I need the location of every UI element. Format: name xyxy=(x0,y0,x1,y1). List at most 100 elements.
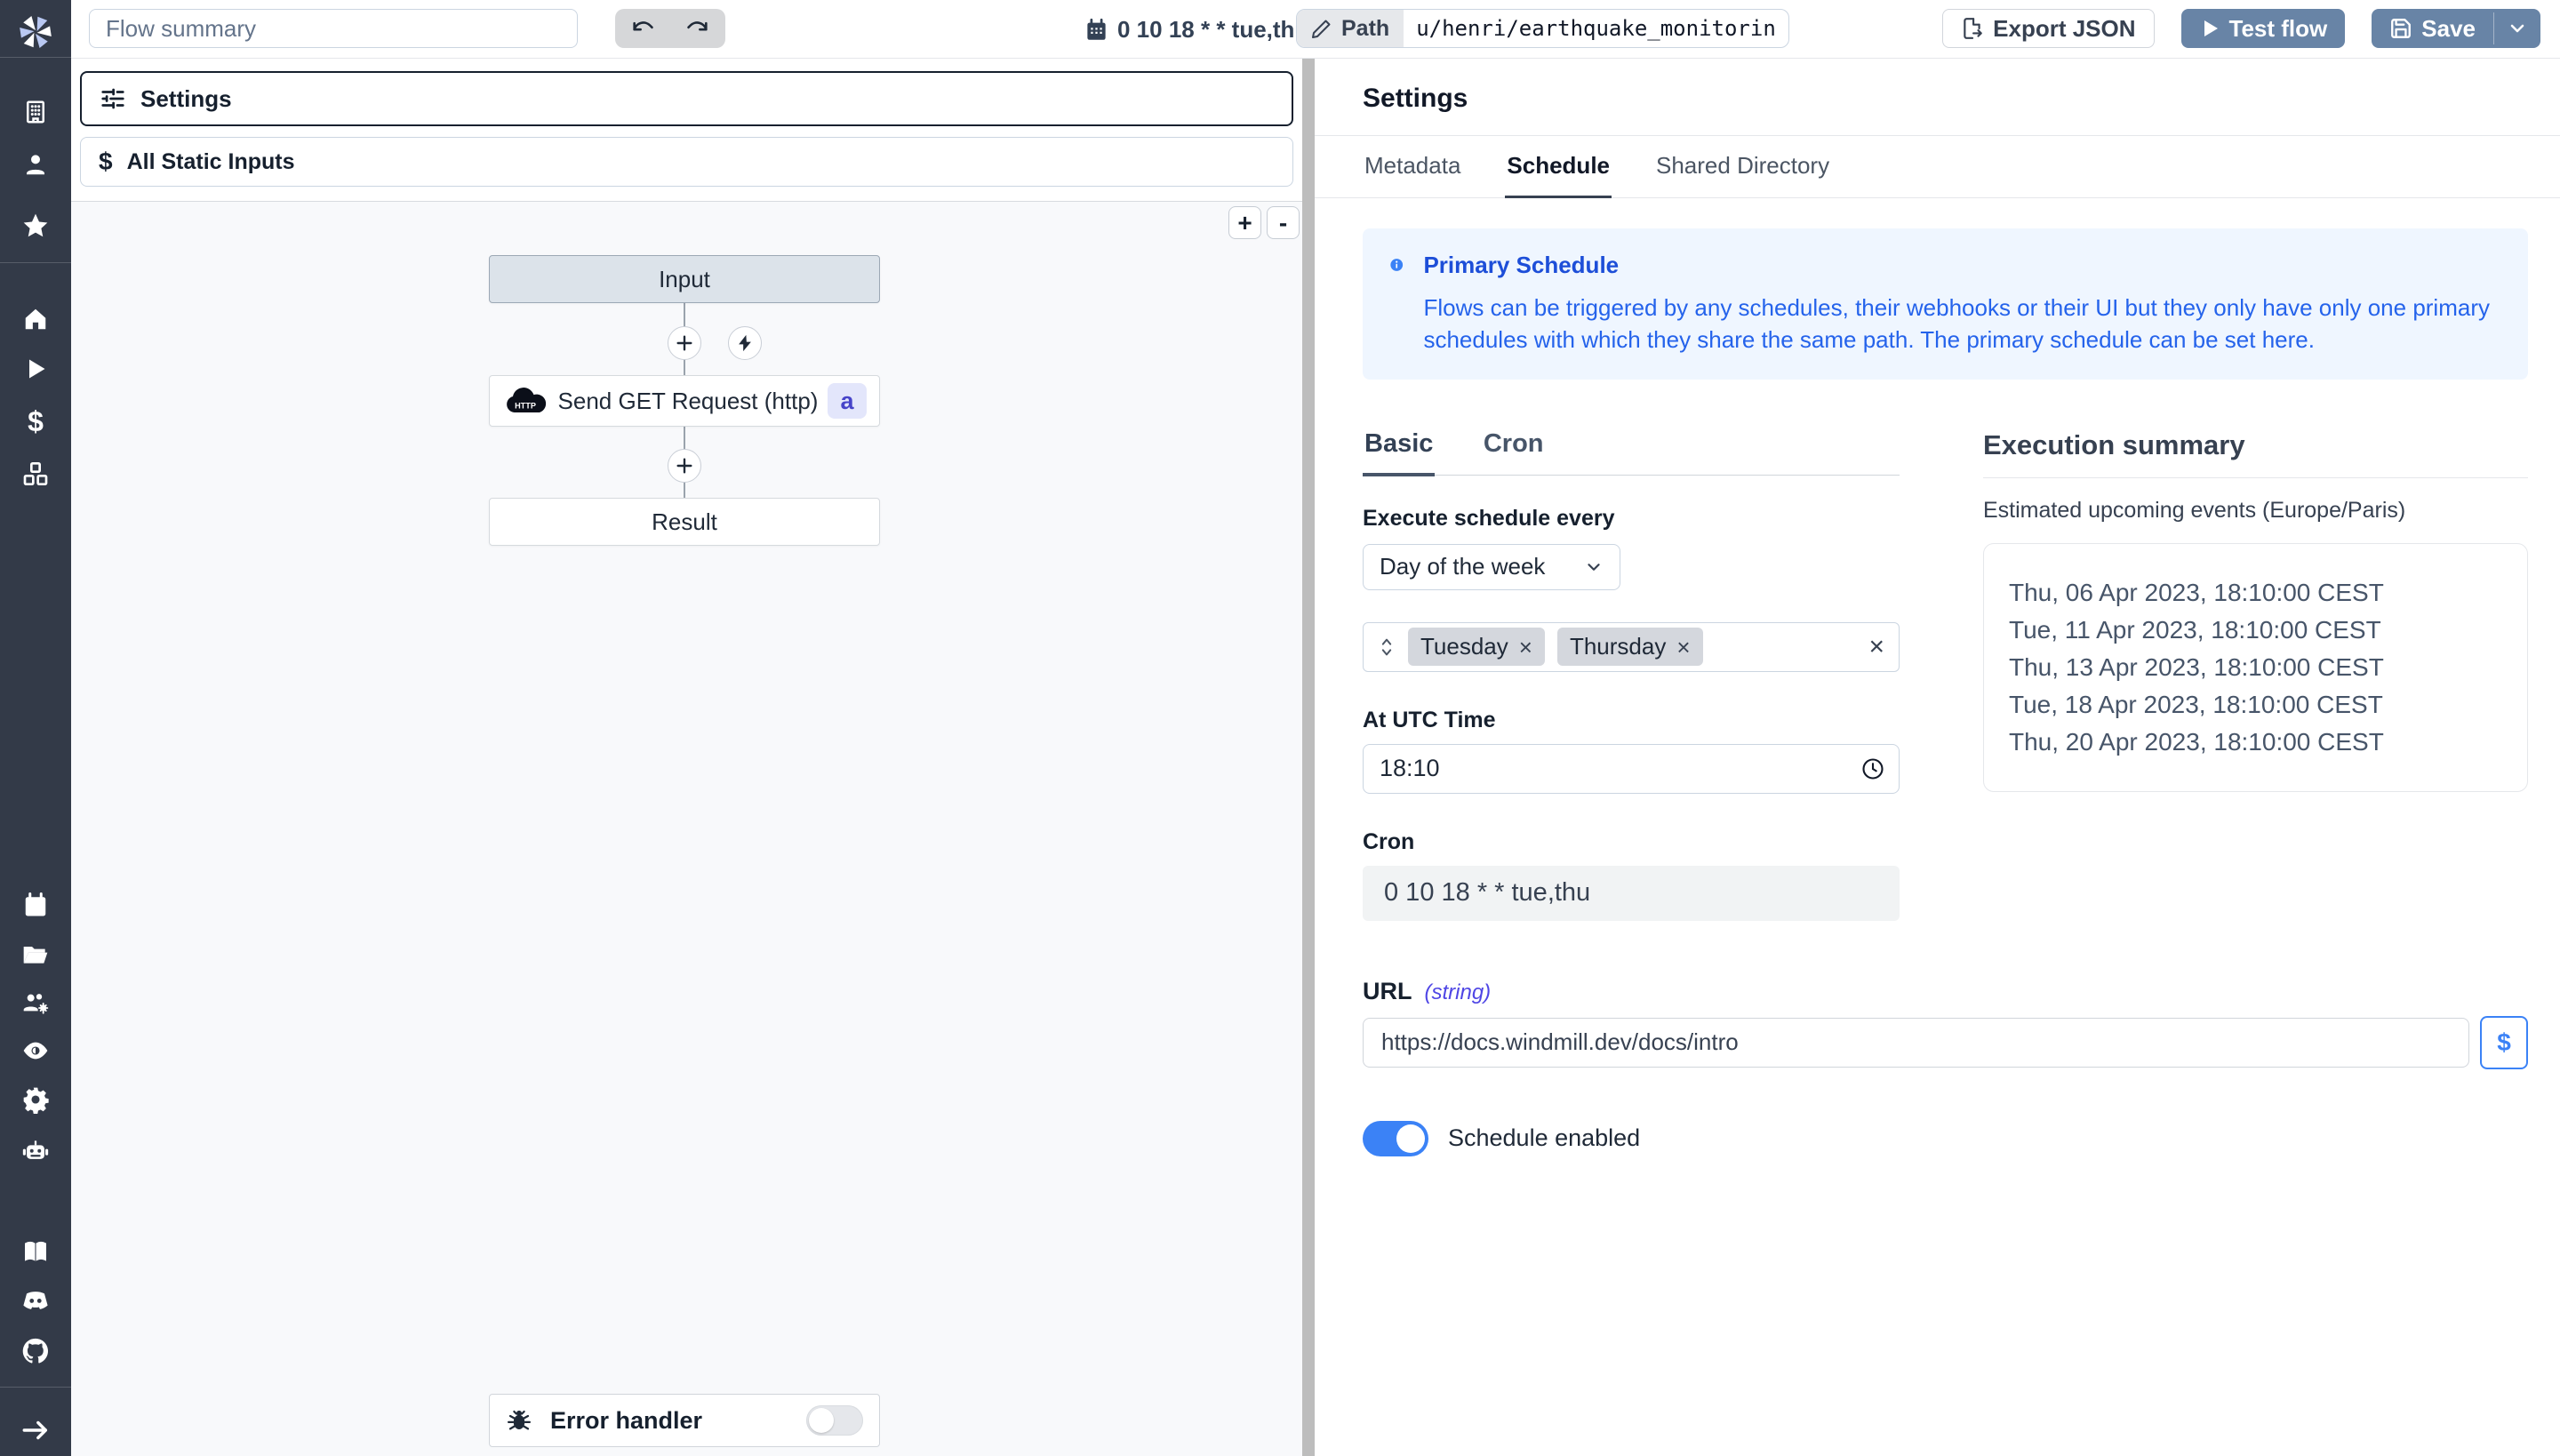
settings-gear-icon[interactable] xyxy=(21,1085,50,1114)
sliders-icon xyxy=(100,85,126,112)
schedule-enabled-label: Schedule enabled xyxy=(1448,1124,1640,1152)
url-input[interactable] xyxy=(1363,1018,2469,1068)
tab-metadata[interactable]: Metadata xyxy=(1363,136,1462,197)
schedule-enabled-toggle[interactable] xyxy=(1363,1121,1428,1156)
chevron-down-icon xyxy=(2507,18,2528,39)
event-line: Thu, 06 Apr 2023, 18:10:00 CEST xyxy=(2009,574,2502,612)
remove-chip-icon[interactable]: × xyxy=(1676,636,1690,659)
bug-icon xyxy=(506,1407,532,1434)
input-node-label: Input xyxy=(659,266,710,293)
url-label: URL xyxy=(1363,978,1412,1005)
result-node-label: Result xyxy=(652,508,717,536)
tab-shared-directory[interactable]: Shared Directory xyxy=(1654,136,1831,197)
info-title: Primary Schedule xyxy=(1423,252,2501,279)
undo-icon xyxy=(630,16,655,41)
runs-play-icon[interactable] xyxy=(23,356,48,381)
tab-basic[interactable]: Basic xyxy=(1363,429,1435,476)
audit-eye-icon[interactable] xyxy=(21,1036,50,1065)
workspace-icon[interactable] xyxy=(22,99,49,125)
info-body: Flows can be triggered by any schedules,… xyxy=(1423,292,2501,356)
primary-schedule-summary[interactable]: 0 10 18 * * tue,thu xyxy=(1084,0,1308,59)
clear-all-icon[interactable]: × xyxy=(1868,634,1884,660)
schedule-form: Basic Cron Execute schedule every Day of… xyxy=(1363,429,1900,921)
url-field-block: URL (string) $ xyxy=(1363,978,2528,1069)
path-label-segment: Path xyxy=(1297,10,1404,47)
save-button[interactable]: Save xyxy=(2372,9,2493,48)
plus-icon xyxy=(675,456,694,476)
sidebar: $ xyxy=(0,0,71,1456)
frequency-select[interactable]: Day of the week xyxy=(1363,544,1620,590)
weekday-chip-thursday: Thursday × xyxy=(1557,628,1703,666)
graph-zoom-in-button[interactable]: + xyxy=(1228,206,1261,239)
pencil-icon xyxy=(1311,18,1332,39)
schedule-tab-content: Primary Schedule Flows can be triggered … xyxy=(1315,228,2560,1156)
add-step-button-2[interactable] xyxy=(668,449,701,483)
settings-panel: Settings Metadata Schedule Shared Direct… xyxy=(1315,59,2560,1456)
utc-time-label: At UTC Time xyxy=(1363,708,1900,733)
schedules-calendar-icon[interactable] xyxy=(22,892,49,918)
svg-text:HTTP: HTTP xyxy=(515,401,536,410)
path-label: Path xyxy=(1341,16,1389,42)
insert-variable-dollar-button[interactable]: $ xyxy=(2480,1016,2528,1069)
topbar-actions: Export JSON Test flow Save xyxy=(1942,9,2540,48)
folders-icon[interactable] xyxy=(21,940,50,968)
tab-cron[interactable]: Cron xyxy=(1482,429,1546,473)
chip-label: Thursday xyxy=(1570,633,1666,660)
flow-node-result[interactable]: Result xyxy=(489,498,880,546)
error-handler-node[interactable]: Error handler xyxy=(489,1394,880,1447)
flow-summary-input[interactable] xyxy=(89,9,578,48)
remove-chip-icon[interactable]: × xyxy=(1519,636,1532,659)
all-static-inputs-button[interactable]: $ All Static Inputs xyxy=(80,137,1293,187)
flow-node-input[interactable]: Input xyxy=(489,255,880,303)
url-type-hint: (string) xyxy=(1425,980,1492,1005)
error-handler-toggle[interactable] xyxy=(806,1405,863,1436)
workers-robot-icon[interactable] xyxy=(20,1135,51,1165)
file-export-icon xyxy=(1961,17,1984,40)
favorites-star-icon[interactable] xyxy=(21,212,50,240)
weekday-multiselect[interactable]: Tuesday × Thursday × × xyxy=(1363,622,1900,672)
utc-time-input[interactable] xyxy=(1363,744,1900,794)
settings-header: Settings xyxy=(1315,59,2560,136)
error-handler-label: Error handler xyxy=(550,1407,788,1435)
test-flow-button[interactable]: Test flow xyxy=(2181,9,2346,48)
flow-path-badge[interactable]: Path u/henri/earthquake_monitorin xyxy=(1296,9,1789,48)
calendar-icon xyxy=(1084,18,1108,42)
add-step-button[interactable] xyxy=(668,326,701,360)
add-trigger-bolt-button[interactable] xyxy=(728,326,762,360)
resources-cubes-icon[interactable] xyxy=(21,460,50,489)
step-id-badge: a xyxy=(828,383,867,419)
docs-book-icon[interactable] xyxy=(21,1237,50,1266)
variables-dollar-icon[interactable]: $ xyxy=(28,407,44,436)
execute-schedule-label: Execute schedule every xyxy=(1363,506,1900,532)
flow-node-step[interactable]: HTTP Send GET Request (http) a xyxy=(489,375,880,427)
save-dropdown-button[interactable] xyxy=(2494,9,2540,48)
tab-schedule[interactable]: Schedule xyxy=(1505,136,1612,198)
home-icon[interactable] xyxy=(22,306,49,332)
discord-icon[interactable] xyxy=(20,1285,51,1316)
undo-button[interactable] xyxy=(615,9,670,48)
flow-graph-canvas[interactable]: + - Input HTTP Send G xyxy=(71,196,1302,1456)
clock-icon[interactable] xyxy=(1860,756,1885,781)
settings-title: Settings xyxy=(1363,84,2528,114)
expand-sidebar-arrow-icon[interactable] xyxy=(20,1415,51,1445)
play-icon xyxy=(2199,18,2220,39)
sort-updown-icon xyxy=(1378,636,1396,658)
schedule-mode-tabs: Basic Cron xyxy=(1363,429,1900,476)
save-label: Save xyxy=(2421,15,2476,43)
github-icon[interactable] xyxy=(20,1336,51,1366)
upcoming-events-box: Thu, 06 Apr 2023, 18:10:00 CEST Tue, 11 … xyxy=(1983,543,2528,792)
execution-summary: Execution summary Estimated upcoming eve… xyxy=(1983,429,2528,921)
flow-editor-panel: Settings $ All Static Inputs + - Input xyxy=(71,59,1302,1456)
user-icon[interactable] xyxy=(22,151,49,178)
redo-button[interactable] xyxy=(670,9,725,48)
flow-settings-button[interactable]: Settings xyxy=(80,71,1293,126)
save-button-group: Save xyxy=(2372,9,2540,48)
event-line: Tue, 11 Apr 2023, 18:10:00 CEST xyxy=(2009,612,2502,649)
windmill-logo-icon[interactable] xyxy=(16,12,55,52)
groups-users-icon[interactable] xyxy=(21,988,50,1017)
test-flow-label: Test flow xyxy=(2229,15,2328,43)
export-json-button[interactable]: Export JSON xyxy=(1942,9,2154,48)
panel-splitter[interactable] xyxy=(1302,59,1315,1456)
graph-zoom-out-button[interactable]: - xyxy=(1267,206,1300,239)
all-static-inputs-label: All Static Inputs xyxy=(127,149,295,175)
